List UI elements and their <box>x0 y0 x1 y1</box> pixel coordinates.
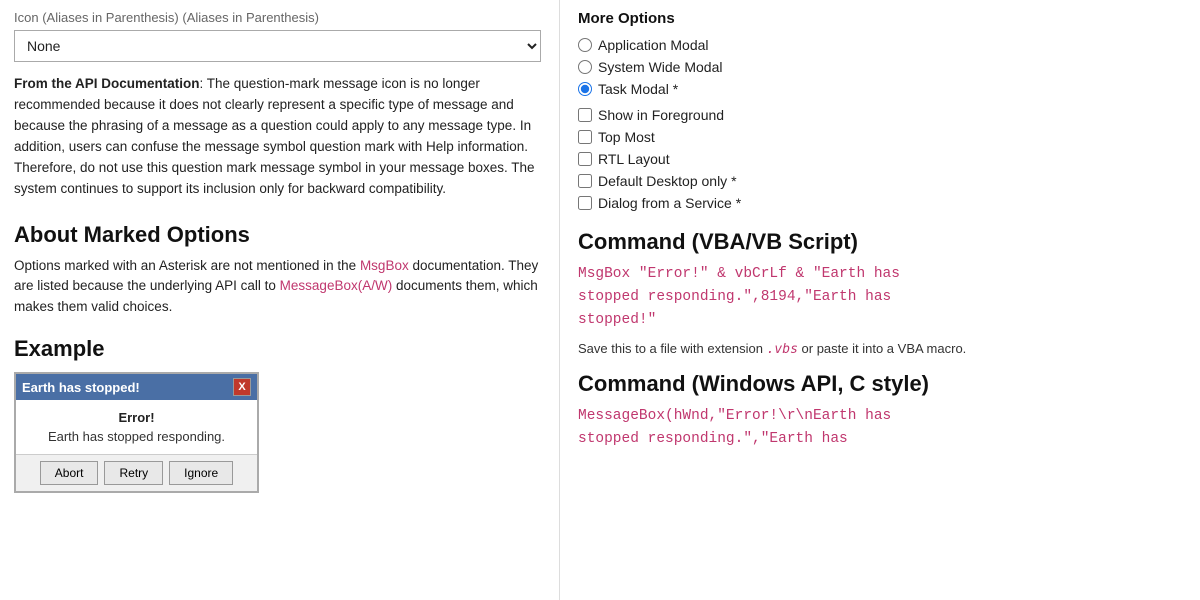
api-doc-strong: From the API Documentation <box>14 76 200 91</box>
checkbox-dialog-service-label: Dialog from a Service * <box>598 195 741 211</box>
dialog-titlebar: Earth has stopped! X <box>16 374 257 400</box>
msgbox-link[interactable]: MsgBox <box>360 258 409 273</box>
vba-code-line2: stopped responding.",8194,"Earth has <box>578 286 1182 309</box>
vba-code-line3: stopped!" <box>578 309 1182 332</box>
example-heading: Example <box>14 336 541 362</box>
dialog-ignore-button[interactable]: Ignore <box>169 461 233 485</box>
checkbox-show-foreground-input[interactable] <box>578 108 592 122</box>
api-code-line1: MessageBox(hWnd,"Error!\r\nEarth has <box>578 405 1182 428</box>
checkbox-rtl-layout[interactable]: RTL Layout <box>578 151 1182 167</box>
about-heading: About Marked Options <box>14 222 541 248</box>
dialog-body: Error! Earth has stopped responding. <box>16 400 257 455</box>
radio-system-wide-modal-label: System Wide Modal <box>598 59 722 75</box>
checkbox-rtl-layout-input[interactable] <box>578 152 592 166</box>
dialog-buttons: Abort Retry Ignore <box>16 455 257 491</box>
cmd-vba-heading: Command (VBA/VB Script) <box>578 229 1182 255</box>
radio-task-modal-label: Task Modal * <box>598 81 678 97</box>
checkbox-show-foreground[interactable]: Show in Foreground <box>578 107 1182 123</box>
vba-save-suffix: or paste it into a VBA macro. <box>798 341 966 356</box>
checkbox-top-most-label: Top Most <box>598 129 655 145</box>
vba-code-block: MsgBox "Error!" & vbCrLf & "Earth has st… <box>578 263 1182 333</box>
checkbox-rtl-layout-label: RTL Layout <box>598 151 670 167</box>
dialog-close-button[interactable]: X <box>233 378 251 396</box>
radio-task-modal-input[interactable] <box>578 82 592 96</box>
options-note: Options marked with an Asterisk are not … <box>14 256 541 319</box>
checkbox-default-desktop-input[interactable] <box>578 174 592 188</box>
checkbox-dialog-service[interactable]: Dialog from a Service * <box>578 195 1182 211</box>
example-dialog: Earth has stopped! X Error! Earth has st… <box>14 372 259 493</box>
vba-save-note: Save this to a file with extension .vbs … <box>578 341 1182 357</box>
checkbox-top-most[interactable]: Top Most <box>578 129 1182 145</box>
api-doc-body: : The question-mark message icon is no l… <box>14 76 535 196</box>
checkbox-show-foreground-label: Show in Foreground <box>598 107 724 123</box>
radio-system-wide-modal-input[interactable] <box>578 60 592 74</box>
api-code-block: MessageBox(hWnd,"Error!\r\nEarth has sto… <box>578 405 1182 451</box>
vba-code-line1: MsgBox "Error!" & vbCrLf & "Earth has <box>578 263 1182 286</box>
more-options-heading: More Options <box>578 10 1182 27</box>
radio-application-modal-input[interactable] <box>578 38 592 52</box>
vba-save-prefix: Save this to a file with extension <box>578 341 767 356</box>
checkbox-top-most-input[interactable] <box>578 130 592 144</box>
vba-ext: .vbs <box>767 342 798 357</box>
checkbox-default-desktop-label: Default Desktop only * <box>598 173 737 189</box>
radio-application-modal[interactable]: Application Modal <box>578 37 1182 53</box>
checkbox-default-desktop[interactable]: Default Desktop only * <box>578 173 1182 189</box>
messagebox-link[interactable]: MessageBox(A/W) <box>280 278 393 293</box>
radio-system-wide-modal[interactable]: System Wide Modal <box>578 59 1182 75</box>
dialog-error-label: Error! <box>28 410 245 425</box>
api-documentation: From the API Documentation: The question… <box>14 74 541 200</box>
radio-application-modal-label: Application Modal <box>598 37 709 53</box>
dialog-retry-button[interactable]: Retry <box>104 461 163 485</box>
icon-aliases-text: (Aliases in Parenthesis) <box>42 10 179 25</box>
checkbox-dialog-service-input[interactable] <box>578 196 592 210</box>
options-checkbox-group: Show in Foreground Top Most RTL Layout D… <box>578 107 1182 211</box>
cmd-api-heading: Command (Windows API, C style) <box>578 371 1182 397</box>
icon-select[interactable]: None <box>14 30 541 62</box>
modal-radio-group: Application Modal System Wide Modal Task… <box>578 37 1182 97</box>
icon-label-text: Icon <box>14 10 39 25</box>
api-code-line2: stopped responding.","Earth has <box>578 428 1182 451</box>
dialog-title: Earth has stopped! <box>22 380 140 395</box>
about-text-prefix: Options marked with an Asterisk are not … <box>14 258 360 273</box>
dialog-message: Earth has stopped responding. <box>28 429 245 444</box>
icon-section-label: Icon (Aliases in Parenthesis) (Aliases i… <box>14 10 541 25</box>
dialog-abort-button[interactable]: Abort <box>40 461 99 485</box>
radio-task-modal[interactable]: Task Modal * <box>578 81 1182 97</box>
